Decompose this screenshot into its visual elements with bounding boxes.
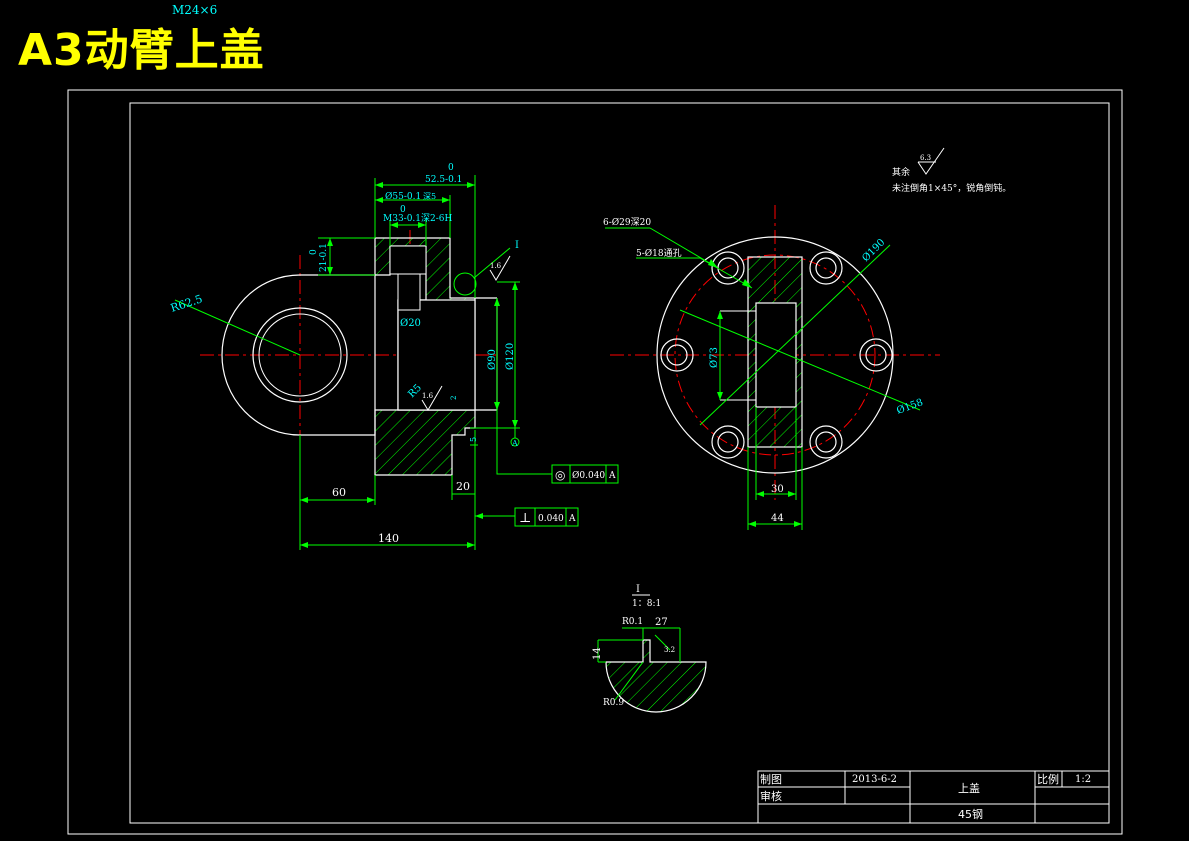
dim-21-tol: 0 [309,249,319,255]
detail-scale: 1：8:1 [632,599,661,609]
dim-30: 30 [771,484,784,495]
tol-2-value: 0.040 [538,514,564,524]
dim-m33: M33-0.1深2-6H [383,213,453,224]
detail-ref-label: I [515,240,519,251]
dim-52: 52.5-0.1 [425,175,462,185]
tol-1-symbol: ◎ [555,468,565,482]
detail-r01: R0.1 [622,617,643,627]
tb-part-name: 上盖 [958,781,980,795]
dim-120: Ø120 [505,343,516,370]
tolerance-frame-perpendicularity: ⊥ 0.040 A [514,507,579,527]
tb-drawn-label: 制图 [760,773,782,786]
detail-i-marker [453,272,477,296]
dim-small: 2 [450,396,458,400]
datum-a: A [511,439,518,448]
dim-140: 140 [378,532,399,545]
side-view: 6-Ø29深20 5-Ø18通孔 Ø190 Ø158 Ø73 30 44 6.3… [603,147,1011,530]
tol-2-symbol: ⊥ [519,511,531,526]
body-lower-section [374,409,476,476]
note-m24: M24×6 [172,3,217,17]
inner-frame [129,102,1110,824]
dim-20: Ø20 [400,318,421,329]
dim-44: 44 [771,513,784,524]
front-view: I 1.6 1.6 M24×6 0 52.5-0.1 0 Ø55-0.1 深5 … [169,3,619,550]
tb-scale-label: 比例 [1037,772,1059,786]
tol-1-datum: A [608,471,616,481]
detail-view: I 1：8:1 R0.1 27 14 R0.9 3.2 [592,584,707,713]
thread-hole [389,245,427,275]
tolerance-frame-concentricity: ◎ Ø0.040 A [551,464,619,484]
detail-27: 27 [655,617,668,628]
tb-checked-label: 审核 [760,789,782,803]
dim-55: Ø55-0.1 [385,191,421,202]
detail-14: 14 [592,647,603,660]
dim-20b: 20 [456,480,470,493]
dim-55-note: 深5 [423,192,436,201]
note-rest: 其余 [892,166,910,178]
note-holes-2: 5-Ø18通孔 [636,248,682,259]
detail-roughness: 3.2 [664,646,675,654]
dim-5: 5 [469,437,478,442]
dim-73: Ø73 [709,347,720,368]
dim-r62: R62.5 [169,292,204,314]
dim-90: Ø90 [487,349,498,370]
slot-window [755,302,797,408]
detail-r09: R0.9 [603,698,624,708]
tol-2-datum: A [568,514,576,524]
tb-material: 45钢 [958,808,983,821]
cad-drawing: I 1.6 1.6 M24×6 0 52.5-0.1 0 Ø55-0.1 深5 … [67,3,1123,835]
dim-top-tol: 0 [448,163,454,173]
general-roughness: 6.3 [920,154,931,162]
roughness-1: 1.6 [490,262,502,270]
pilot-hole [397,273,421,311]
note-holes-1: 6-Ø29深20 [603,217,651,228]
tb-date: 2013-6-2 [852,774,897,785]
dim-21: 21-0.1 [319,243,329,272]
note-chamfer: 未注倒角1×45°，锐角倒钝。 [892,182,1011,194]
dim-60: 60 [332,486,346,499]
detail-label: I [636,584,640,595]
dim-158: Ø158 [895,397,924,417]
outer-frame [67,89,1123,835]
tb-scale-value: 1:2 [1075,774,1091,785]
tol-1-value: Ø0.040 [572,470,605,481]
roughness-2: 1.6 [422,392,434,400]
